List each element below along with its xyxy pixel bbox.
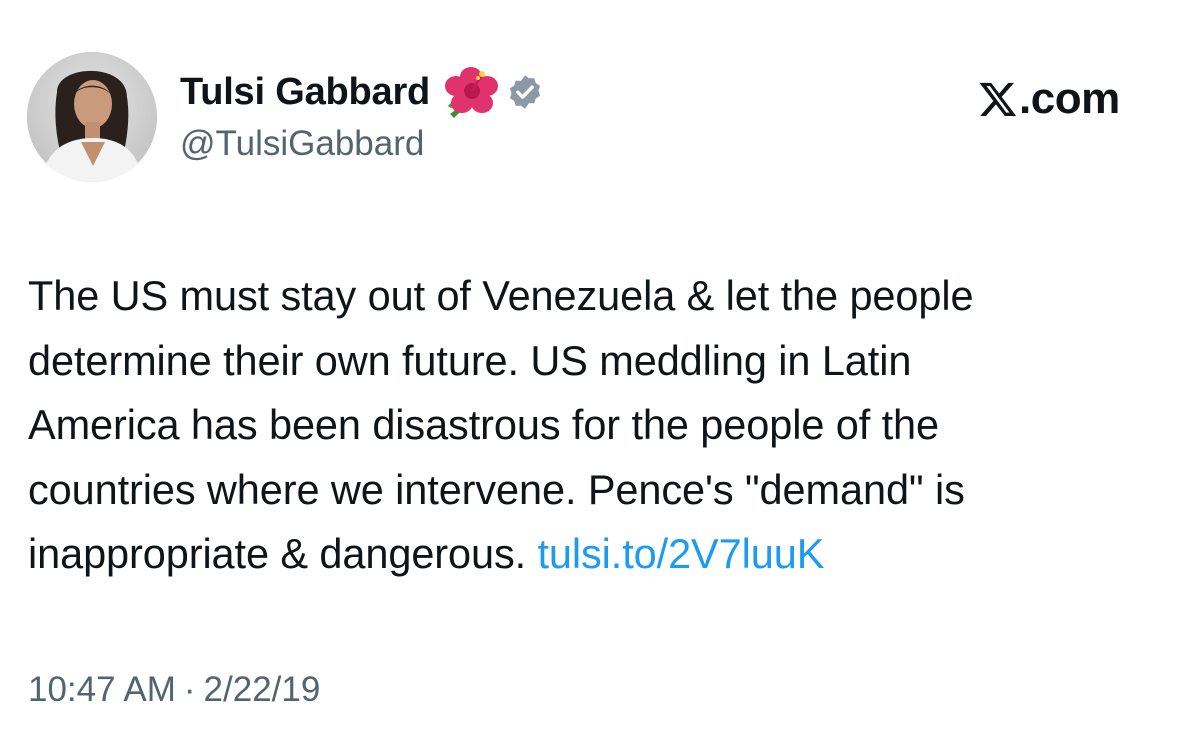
author-handle[interactable]: @TulsiGabbard [180,124,424,164]
brand-domain: .com [1019,74,1120,123]
avatar-photo [27,52,157,182]
tweet-line: determine their own future. US meddling … [28,336,912,384]
timestamp-separator: · [183,670,196,709]
tweet-line-text: inappropriate & dangerous. [28,530,538,577]
verified-badge-icon[interactable] [506,73,544,111]
tweet-link[interactable]: tulsi.to/2V7luuK [538,530,825,577]
tweet-time: 10:47 AM [28,670,176,709]
avatar[interactable] [27,52,157,182]
author-display-name[interactable]: Tulsi Gabbard [180,71,430,114]
tweet-line: America has been disastrous for the peop… [28,401,939,448]
brand-logo: .com [978,74,1120,124]
tweet-line: The US must stay out of Venezuela & let … [28,272,974,319]
tweet-timestamp[interactable]: 10:47 AM · 2/22/19 [28,670,320,710]
tweet-line: countries where we intervene. Pence's "d… [28,465,965,513]
author-name-row: Tulsi Gabbard [180,66,544,118]
hibiscus-flower-icon [442,66,500,118]
x-logo-icon [978,79,1018,119]
tweet-text: The US must stay out of Venezuela & let … [28,264,1178,587]
tweet-date: 2/22/19 [203,670,321,709]
tweet-line-last: inappropriate & dangerous. tulsi.to/2V7l… [28,522,1178,587]
